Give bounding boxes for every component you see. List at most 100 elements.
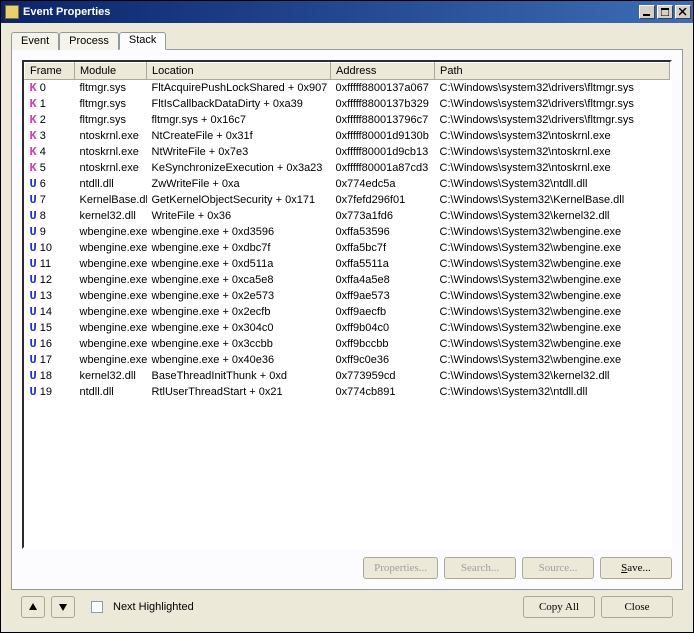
copy-all-button[interactable]: Copy All <box>523 596 595 618</box>
next-button[interactable] <box>51 596 75 618</box>
cell-frame: K 2 <box>25 112 75 128</box>
cell-module: wbengine.exe <box>75 288 147 304</box>
cell-module: ntoskrnl.exe <box>75 128 147 144</box>
properties-button[interactable]: Properties... <box>363 557 438 579</box>
tab-process[interactable]: Process <box>59 32 119 50</box>
table-row[interactable]: U 14wbengine.exewbengine.exe + 0x2ecfb0x… <box>25 304 670 320</box>
table-row[interactable]: U 8kernel32.dllWriteFile + 0x360x773a1fd… <box>25 208 670 224</box>
table-row[interactable]: U 13wbengine.exewbengine.exe + 0x2e5730x… <box>25 288 670 304</box>
table-row[interactable]: U 7KernelBase.dllGetKernelObjectSecurity… <box>25 192 670 208</box>
table-row[interactable]: U 9wbengine.exewbengine.exe + 0xd35960xf… <box>25 224 670 240</box>
cell-frame: U 16 <box>25 336 75 352</box>
cell-address: 0xff9bccbb <box>331 336 435 352</box>
prev-button[interactable] <box>21 596 45 618</box>
cell-path: C:\Windows\System32\wbengine.exe <box>435 304 670 320</box>
tab-event[interactable]: Event <box>11 32 59 50</box>
maximize-button[interactable] <box>657 5 673 19</box>
cell-location: KeSynchronizeExecution + 0x3a23 <box>147 160 331 176</box>
close-dialog-button[interactable]: Close <box>601 596 673 618</box>
cell-location: WriteFile + 0x36 <box>147 208 331 224</box>
mode-letter: U <box>30 257 37 271</box>
cell-location: NtCreateFile + 0x31f <box>147 128 331 144</box>
cell-location: GetKernelObjectSecurity + 0x171 <box>147 192 331 208</box>
cell-path: C:\Windows\System32\KernelBase.dll <box>435 192 670 208</box>
mode-letter: U <box>30 353 37 367</box>
col-address[interactable]: Address <box>331 63 435 80</box>
cell-location: NtWriteFile + 0x7e3 <box>147 144 331 160</box>
mode-letter: U <box>30 385 37 399</box>
table-row[interactable]: K 1fltmgr.sysFltIsCallbackDataDirty + 0x… <box>25 96 670 112</box>
table-row[interactable]: K 0fltmgr.sysFltAcquirePushLockShared + … <box>25 80 670 97</box>
cell-frame: U 13 <box>25 288 75 304</box>
cell-location: wbengine.exe + 0xdbc7f <box>147 240 331 256</box>
cell-path: C:\Windows\system32\ntoskrnl.exe <box>435 160 670 176</box>
cell-address: 0xfffff880013796c7 <box>331 112 435 128</box>
table-row[interactable]: U 18kernel32.dllBaseThreadInitThunk + 0x… <box>25 368 670 384</box>
cell-address: 0xffa4a5e8 <box>331 272 435 288</box>
cell-frame: U 7 <box>25 192 75 208</box>
arrow-down-icon <box>58 602 68 612</box>
close-button[interactable] <box>675 5 691 19</box>
save-button[interactable]: Save... <box>600 557 672 579</box>
mode-letter: K <box>30 81 37 95</box>
mode-letter: U <box>30 369 37 383</box>
cell-path: C:\Windows\system32\drivers\fltmgr.sys <box>435 112 670 128</box>
app-icon <box>5 5 19 19</box>
table-row[interactable]: U 16wbengine.exewbengine.exe + 0x3ccbb0x… <box>25 336 670 352</box>
cell-path: C:\Windows\System32\wbengine.exe <box>435 288 670 304</box>
mode-letter: K <box>30 113 37 127</box>
cell-frame: U 8 <box>25 208 75 224</box>
cell-location: wbengine.exe + 0x2e573 <box>147 288 331 304</box>
cell-address: 0xfffff8800137b329 <box>331 96 435 112</box>
cell-address: 0x7fefd296f01 <box>331 192 435 208</box>
table-row[interactable]: U 12wbengine.exewbengine.exe + 0xca5e80x… <box>25 272 670 288</box>
col-location[interactable]: Location <box>147 63 331 80</box>
cell-module: kernel32.dll <box>75 208 147 224</box>
cell-frame: U 17 <box>25 352 75 368</box>
panel-buttons: Properties... Search... Source... Save..… <box>22 549 672 579</box>
cell-address: 0xfffff8800137a067 <box>331 80 435 97</box>
table-row[interactable]: K 2fltmgr.sysfltmgr.sys + 0x16c70xfffff8… <box>25 112 670 128</box>
cell-path: C:\Windows\System32\ntdll.dll <box>435 176 670 192</box>
source-button[interactable]: Source... <box>522 557 594 579</box>
cell-frame: U 14 <box>25 304 75 320</box>
table-row[interactable]: K 5ntoskrnl.exeKeSynchronizeExecution + … <box>25 160 670 176</box>
cell-module: ntdll.dll <box>75 176 147 192</box>
cell-path: C:\Windows\System32\wbengine.exe <box>435 224 670 240</box>
cell-location: wbengine.exe + 0x2ecfb <box>147 304 331 320</box>
stack-table: Frame Module Location Address Path K 0fl… <box>24 62 670 400</box>
search-button[interactable]: Search... <box>444 557 516 579</box>
col-frame[interactable]: Frame <box>25 63 75 80</box>
cell-module: fltmgr.sys <box>75 96 147 112</box>
table-row[interactable]: U 17wbengine.exewbengine.exe + 0x40e360x… <box>25 352 670 368</box>
cell-location: wbengine.exe + 0x40e36 <box>147 352 331 368</box>
table-row[interactable]: U 10wbengine.exewbengine.exe + 0xdbc7f0x… <box>25 240 670 256</box>
cell-module: fltmgr.sys <box>75 80 147 97</box>
cell-address: 0xfffff80001d9130b <box>331 128 435 144</box>
mode-letter: U <box>30 225 37 239</box>
cell-address: 0xff9ae573 <box>331 288 435 304</box>
cell-address: 0x773959cd <box>331 368 435 384</box>
next-highlighted-checkbox[interactable] <box>91 601 103 613</box>
table-row[interactable]: U 6ntdll.dllZwWriteFile + 0xa0x774edc5aC… <box>25 176 670 192</box>
cell-address: 0xff9c0e36 <box>331 352 435 368</box>
bottom-bar: Next Highlighted Copy All Close <box>11 590 683 626</box>
mode-letter: U <box>30 321 37 335</box>
table-row[interactable]: U 11wbengine.exewbengine.exe + 0xd511a0x… <box>25 256 670 272</box>
minimize-button[interactable] <box>639 5 655 19</box>
arrow-up-icon <box>28 602 38 612</box>
cell-location: wbengine.exe + 0xca5e8 <box>147 272 331 288</box>
table-row[interactable]: K 4ntoskrnl.exeNtWriteFile + 0x7e30xffff… <box>25 144 670 160</box>
mode-letter: U <box>30 177 37 191</box>
table-row[interactable]: U 15wbengine.exewbengine.exe + 0x304c00x… <box>25 320 670 336</box>
cell-path: C:\Windows\system32\ntoskrnl.exe <box>435 144 670 160</box>
cell-address: 0xff9aecfb <box>331 304 435 320</box>
col-path[interactable]: Path <box>435 63 670 80</box>
window-title: Event Properties <box>23 6 637 18</box>
table-row[interactable]: U 19ntdll.dllRtlUserThreadStart + 0x210x… <box>25 384 670 400</box>
col-module[interactable]: Module <box>75 63 147 80</box>
mode-letter: U <box>30 337 37 351</box>
stack-list[interactable]: Frame Module Location Address Path K 0fl… <box>22 60 672 549</box>
tab-stack[interactable]: Stack <box>119 32 167 50</box>
table-row[interactable]: K 3ntoskrnl.exeNtCreateFile + 0x31f0xfff… <box>25 128 670 144</box>
